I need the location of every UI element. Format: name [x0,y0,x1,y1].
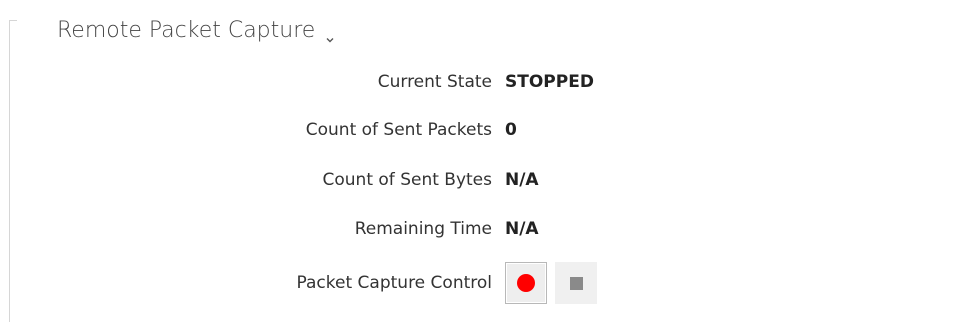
row-capture-control: Packet Capture Control [0,268,963,298]
section-rail-tick [9,20,17,21]
row-sent-packets: Count of Sent Packets 0 [0,115,963,145]
sent-bytes-value: N/A [505,170,539,190]
row-sent-bytes: Count of Sent Bytes N/A [0,165,963,195]
capture-control-buttons [505,262,597,304]
sent-packets-label: Count of Sent Packets [305,120,492,140]
current-state-value: STOPPED [505,72,594,92]
sent-bytes-label: Count of Sent Bytes [322,170,492,190]
current-state-label: Current State [377,72,492,92]
record-icon [517,274,535,292]
remaining-time-value: N/A [505,219,539,239]
stop-icon [569,276,583,290]
row-current-state: Current State STOPPED [0,67,963,97]
chevron-down-icon[interactable] [325,26,335,43]
stop-capture-button[interactable] [555,262,597,304]
start-capture-button[interactable] [505,262,547,304]
row-remaining-time: Remaining Time N/A [0,214,963,244]
sent-packets-value: 0 [505,120,517,140]
remaining-time-label: Remaining Time [354,219,492,239]
section-header[interactable]: Remote Packet Capture [57,15,335,45]
section-title: Remote Packet Capture [57,17,316,43]
capture-control-label: Packet Capture Control [296,273,492,293]
